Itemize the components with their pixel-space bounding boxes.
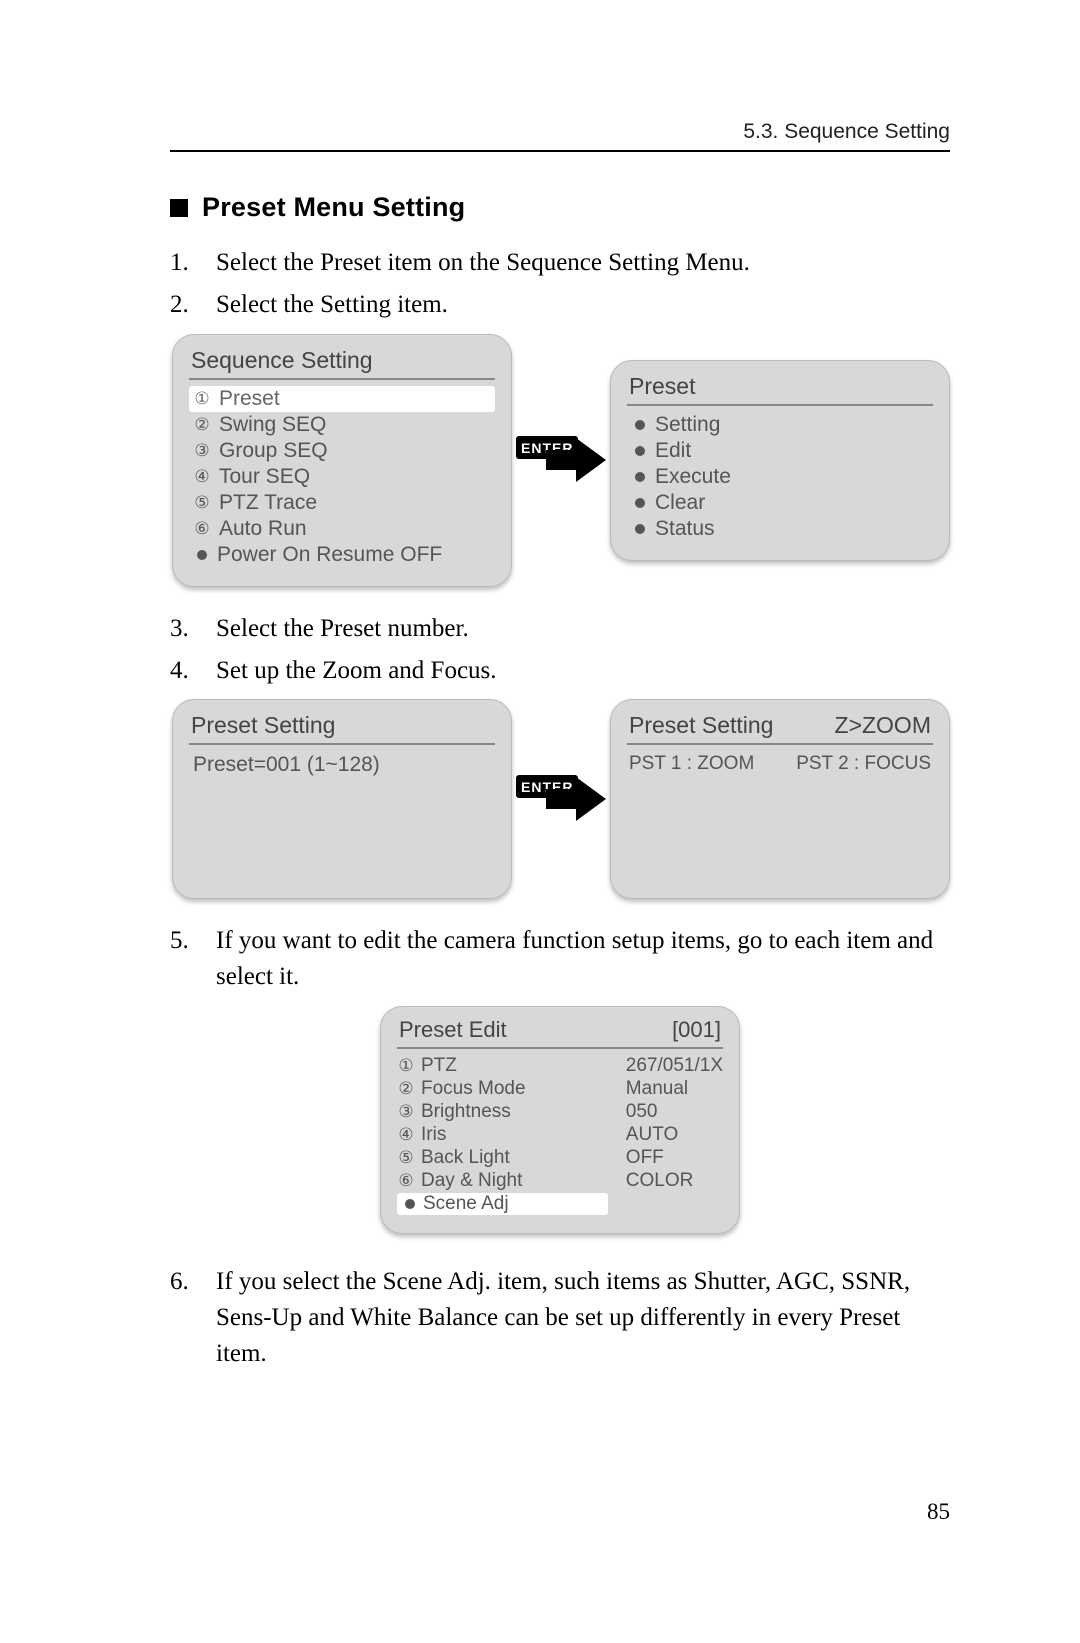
val-day-night: COLOR <box>626 1170 723 1192</box>
row-scene-adj[interactable]: Scene Adj <box>397 1193 608 1215</box>
menu-item-group-seq[interactable]: ③Group SEQ <box>189 438 495 464</box>
square-bullet-icon <box>170 199 188 217</box>
circled-4-icon: ④ <box>397 1125 415 1145</box>
bullet-icon <box>635 524 645 534</box>
circled-5-icon: ⑤ <box>397 1148 415 1168</box>
arrow-right-icon <box>546 430 616 490</box>
val-brightness: 050 <box>626 1101 723 1123</box>
steps-list-3: 5.If you want to edit the camera functio… <box>170 923 950 996</box>
row-day-night[interactable]: ⑥Day & Night <box>397 1170 608 1192</box>
bullet-icon <box>635 498 645 508</box>
circled-1-icon: ① <box>397 1056 415 1076</box>
bullet-icon <box>635 472 645 482</box>
step-2: 2. Select the Setting item. <box>170 287 950 323</box>
bullet-icon <box>405 1199 415 1209</box>
preset-number-line: Preset=001 (1~128) <box>189 751 495 779</box>
bullet-icon <box>635 420 645 430</box>
val-back-light: OFF <box>626 1147 723 1169</box>
row-ptz[interactable]: ①PTZ <box>397 1055 608 1077</box>
row-focus-mode[interactable]: ②Focus Mode <box>397 1078 608 1100</box>
circled-6-icon: ⑥ <box>193 519 211 539</box>
circled-2-icon: ② <box>397 1079 415 1099</box>
menu-preset-setting-right: Preset Setting Z>ZOOM PST 1 : ZOOM PST 2… <box>610 699 950 899</box>
menu-preset: Preset Setting Edit Execute Clear Status <box>610 360 950 561</box>
step-4: 4.Set up the Zoom and Focus. <box>170 653 950 689</box>
section-title: Preset Menu Setting <box>202 192 465 223</box>
pst1-label: PST 1 : ZOOM <box>629 753 754 775</box>
row-brightness[interactable]: ③Brightness <box>397 1101 608 1123</box>
figure-sequence-to-preset: Sequence Setting ① Preset ②Swing SEQ ③Gr… <box>170 334 950 587</box>
circled-5-icon: ⑤ <box>193 493 211 513</box>
menu-title: Preset Setting <box>629 712 773 739</box>
bullet-icon <box>635 446 645 456</box>
circled-3-icon: ③ <box>193 441 211 461</box>
circled-2-icon: ② <box>193 415 211 435</box>
enter-arrow-icon: ENTER <box>516 430 606 490</box>
menu-title: Preset <box>629 373 695 400</box>
menu-title-right: Z>ZOOM <box>835 712 931 739</box>
circled-6-icon: ⑥ <box>397 1171 415 1191</box>
val-iris: AUTO <box>626 1124 723 1146</box>
menu-item-clear[interactable]: Clear <box>627 490 933 516</box>
menu-item-ptz-trace[interactable]: ⑤PTZ Trace <box>189 490 495 516</box>
menu-item-tour-seq[interactable]: ④Tour SEQ <box>189 464 495 490</box>
steps-list-1: 1. Select the Preset item on the Sequenc… <box>170 245 950 324</box>
enter-arrow-icon: ENTER <box>516 769 606 829</box>
circled-4-icon: ④ <box>193 467 211 487</box>
figure-preset-edit: Preset Edit [001] ①PTZ 267/051/1X ②Focus… <box>380 1006 740 1234</box>
page: 5.3. Sequence Setting Preset Menu Settin… <box>0 0 1080 1643</box>
bullet-icon <box>197 550 207 560</box>
menu-sequence-setting: Sequence Setting ① Preset ②Swing SEQ ③Gr… <box>172 334 512 587</box>
menu-item-power-on-resume[interactable]: Power On Resume OFF <box>189 542 495 568</box>
val-ptz: 267/051/1X <box>626 1055 723 1077</box>
menu-item-edit[interactable]: Edit <box>627 438 933 464</box>
steps-list-4: 6.If you select the Scene Adj. item, suc… <box>170 1264 950 1373</box>
pst2-label: PST 2 : FOCUS <box>796 753 931 775</box>
menu-item-auto-run[interactable]: ⑥Auto Run <box>189 516 495 542</box>
menu-title: Preset Edit <box>399 1017 507 1043</box>
menu-item-preset[interactable]: ① Preset <box>189 386 495 412</box>
menu-item-swing-seq[interactable]: ②Swing SEQ <box>189 412 495 438</box>
menu-preset-setting-left: Preset Setting Preset=001 (1~128) <box>172 699 512 899</box>
steps-list-2: 3.Select the Preset number. 4.Set up the… <box>170 611 950 690</box>
menu-title: Sequence Setting <box>191 347 373 374</box>
menu-title-right: [001] <box>672 1017 721 1043</box>
step-1: 1. Select the Preset item on the Sequenc… <box>170 245 950 281</box>
menu-title: Preset Setting <box>191 712 335 739</box>
arrow-right-icon <box>546 769 616 829</box>
page-number: 85 <box>927 1499 950 1525</box>
step-5: 5.If you want to edit the camera functio… <box>170 923 950 996</box>
menu-item-execute[interactable]: Execute <box>627 464 933 490</box>
row-iris[interactable]: ④Iris <box>397 1124 608 1146</box>
val-scene-adj <box>626 1193 723 1215</box>
running-header: 5.3. Sequence Setting <box>170 120 950 152</box>
circled-3-icon: ③ <box>397 1102 415 1122</box>
row-back-light[interactable]: ⑤Back Light <box>397 1147 608 1169</box>
menu-item-setting[interactable]: Setting <box>627 412 933 438</box>
menu-preset-edit: Preset Edit [001] ①PTZ 267/051/1X ②Focus… <box>380 1006 740 1234</box>
circled-1-icon: ① <box>193 389 211 409</box>
step-3: 3.Select the Preset number. <box>170 611 950 647</box>
val-focus-mode: Manual <box>626 1078 723 1100</box>
figure-preset-setting: Preset Setting Preset=001 (1~128) ENTER … <box>170 699 950 899</box>
menu-item-status[interactable]: Status <box>627 516 933 542</box>
section-heading: Preset Menu Setting <box>170 192 950 223</box>
step-6: 6.If you select the Scene Adj. item, suc… <box>170 1264 950 1373</box>
